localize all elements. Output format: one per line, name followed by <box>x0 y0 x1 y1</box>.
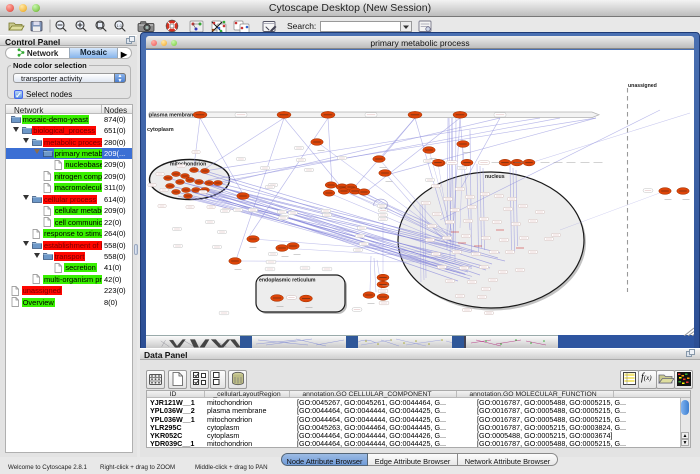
svg-text:plasma membrane: plasma membrane <box>149 113 196 119</box>
svg-text:mitochondrion: mitochondrion <box>170 162 206 168</box>
svg-text:Search:: Search: <box>287 21 316 31</box>
svg-text:endoplasmic reticulum: endoplasmic reticulum <box>259 278 316 284</box>
svg-text:unassigned: unassigned <box>628 83 657 89</box>
svg-text:nucleus: nucleus <box>485 174 505 180</box>
svg-text:cytoplasm: cytoplasm <box>147 127 174 133</box>
svg-text:1:1: 1:1 <box>117 23 123 28</box>
